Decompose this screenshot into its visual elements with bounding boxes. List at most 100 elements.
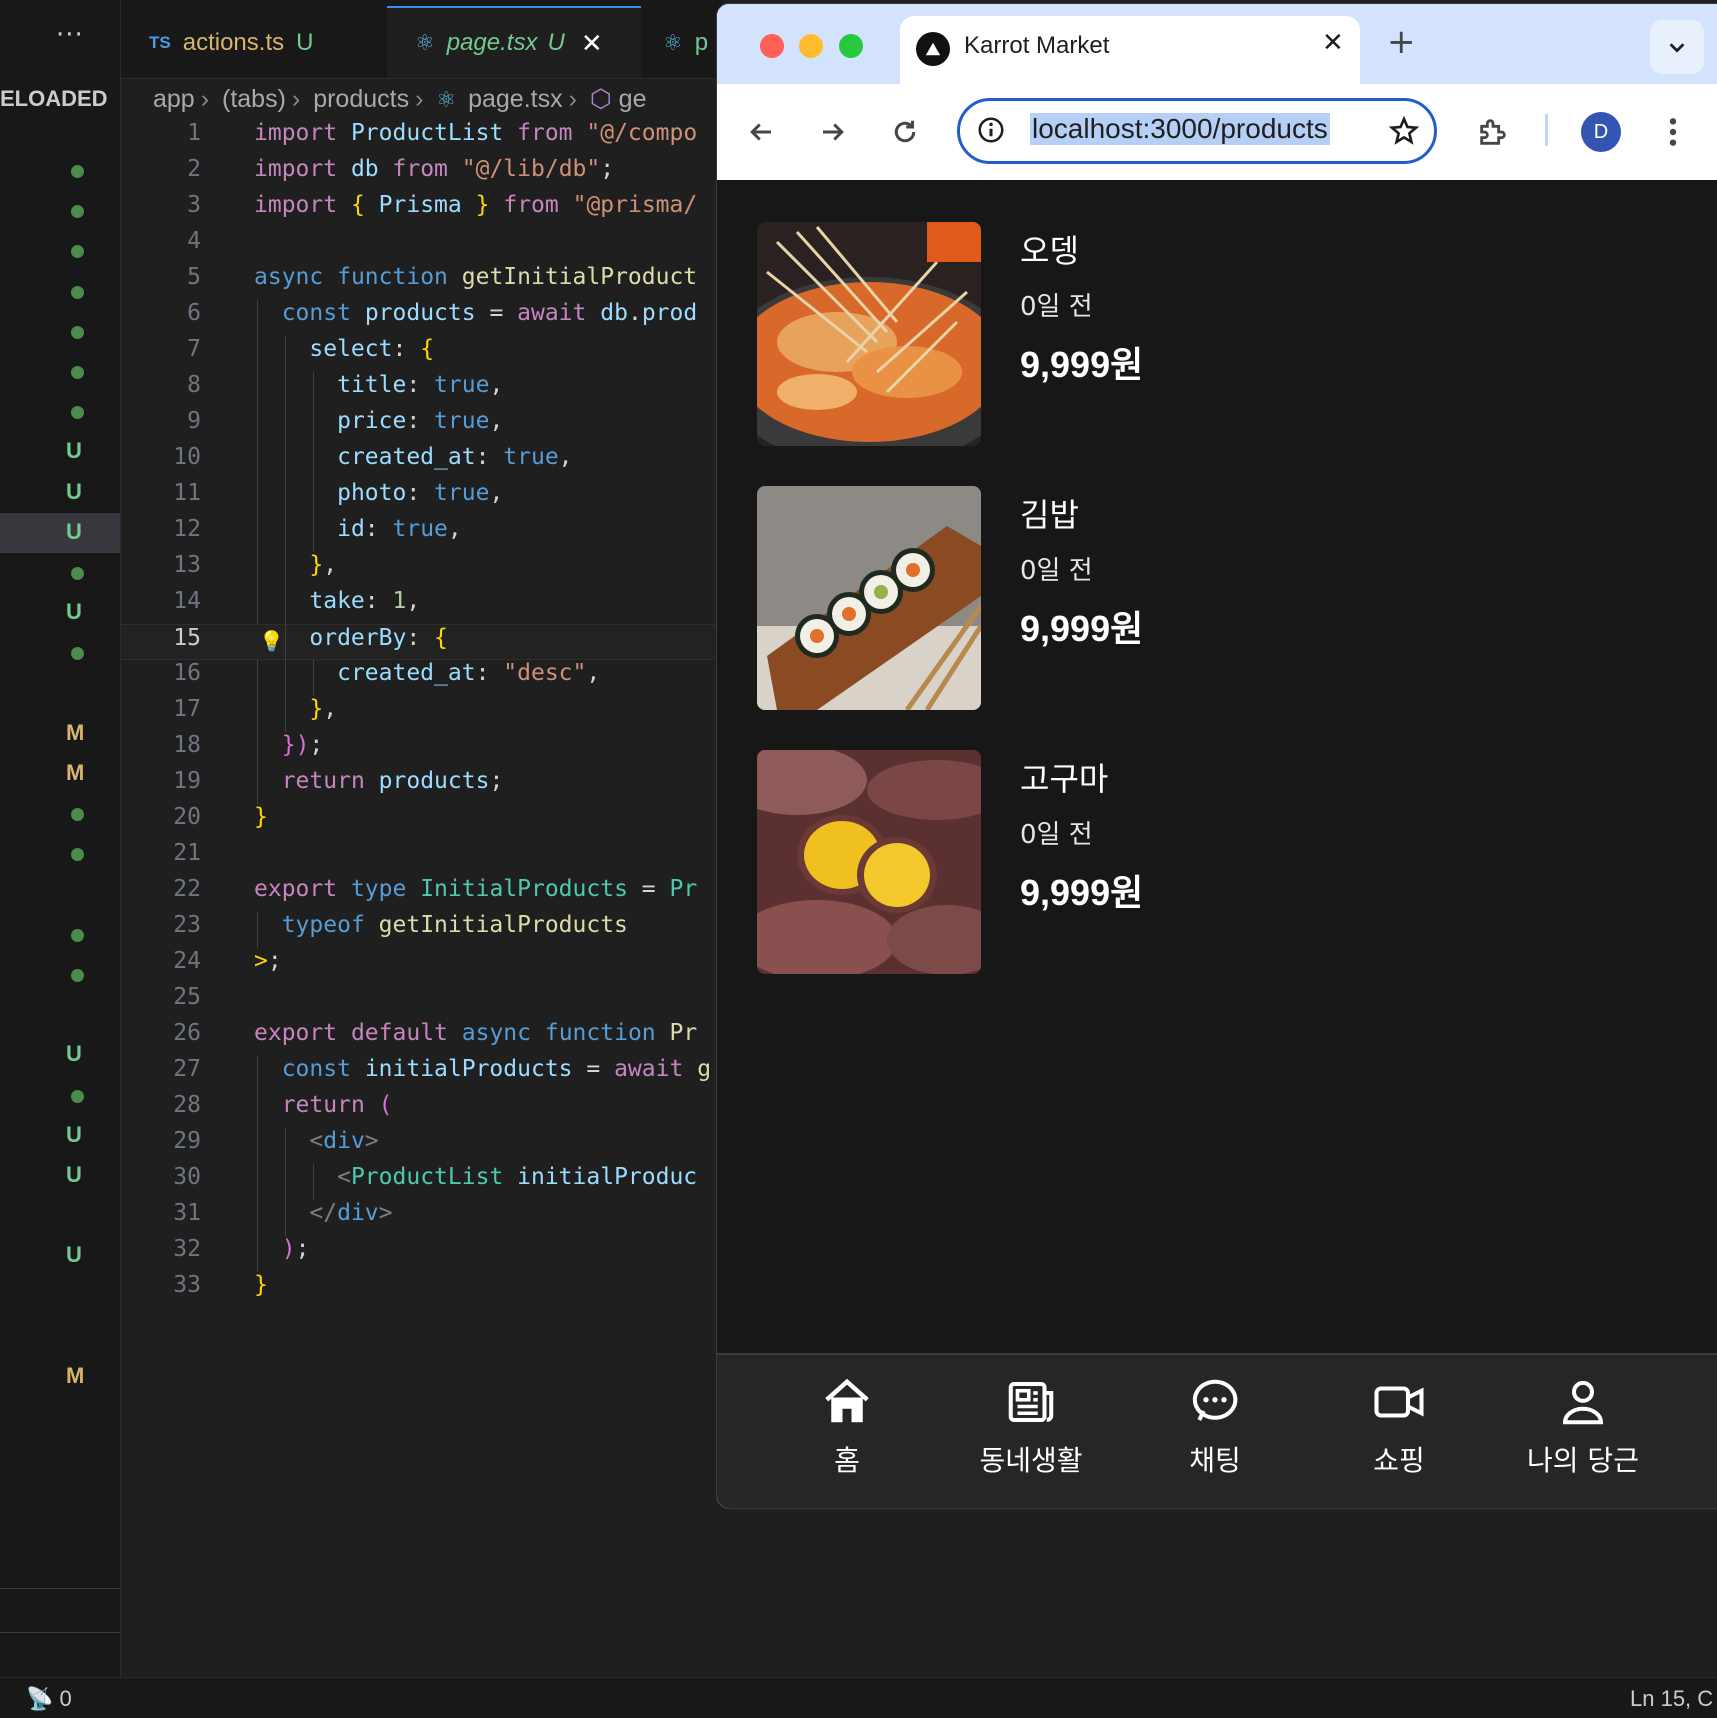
typescript-icon: TS — [149, 33, 171, 52]
scm-file-marker[interactable] — [0, 995, 120, 1035]
scm-file-marker[interactable]: U — [0, 432, 120, 472]
code-editor[interactable]: 1 import ProductList from "@/compo 2 impor… — [121, 120, 721, 1320]
code-line: 5 async function getInitialProduct — [121, 264, 721, 300]
scm-status-letter: U — [66, 518, 82, 544]
nav-label: 나의 당근 — [1527, 1444, 1639, 1477]
scm-file-marker[interactable] — [0, 553, 120, 593]
scm-file-marker[interactable]: U — [0, 1035, 120, 1075]
product-item[interactable]: 고구마 0일 전 9,999원 — [757, 750, 1677, 974]
chevron-down-icon[interactable] — [1650, 20, 1704, 74]
window-close-button[interactable] — [760, 34, 784, 58]
line-number: 19 — [173, 768, 201, 794]
window-maximize-button[interactable] — [839, 34, 863, 58]
scm-file-marker[interactable] — [0, 834, 120, 874]
breadcrumb-item[interactable]: (tabs) — [222, 85, 286, 113]
line-number: 32 — [173, 1236, 201, 1262]
nav-tab-shopping[interactable]: 쇼핑 — [1309, 1375, 1489, 1485]
scm-file-marker[interactable] — [0, 352, 120, 392]
scm-file-marker[interactable] — [0, 1317, 120, 1357]
scm-file-marker[interactable] — [0, 312, 120, 352]
scm-file-marker[interactable] — [0, 633, 120, 673]
site-info-icon[interactable] — [976, 115, 1006, 149]
scm-file-marker[interactable] — [0, 1277, 120, 1317]
bottom-tab-bar: 홈 동네생활 채팅 쇼핑 나의 당근 — [717, 1353, 1717, 1508]
line-number: 25 — [173, 984, 201, 1010]
window-minimize-button[interactable] — [799, 34, 823, 58]
scm-file-marker[interactable] — [0, 392, 120, 432]
scm-file-marker[interactable]: U — [0, 473, 120, 513]
product-photo-odeng — [757, 222, 981, 446]
nav-tab-life[interactable]: 동네생활 — [941, 1375, 1121, 1485]
product-item[interactable]: 김밥 0일 전 9,999원 — [757, 486, 1677, 710]
breadcrumb-item[interactable]: ge — [619, 85, 647, 113]
url-text[interactable]: localhost:3000/products — [1030, 113, 1330, 145]
status-dot-icon — [71, 1089, 84, 1103]
scm-status-letter: M — [66, 719, 85, 745]
broadcast-icon: 📡 — [26, 1686, 54, 1711]
scm-file-marker[interactable] — [0, 231, 120, 271]
chevron-right-icon: › — [568, 85, 577, 113]
close-icon[interactable]: ✕ — [581, 28, 603, 59]
code-text: import ProductList from "@/compo — [254, 120, 698, 146]
tab-actions-ts[interactable]: TS actions.ts U — [121, 8, 387, 78]
tab-page-tsx[interactable]: ⚛ page.tsx U ✕ — [387, 6, 641, 78]
scm-file-marker[interactable]: U — [0, 593, 120, 633]
nav-tab-home[interactable]: 홈 — [757, 1375, 937, 1485]
scm-file-marker[interactable]: U — [0, 1156, 120, 1196]
nav-tab-chat[interactable]: 채팅 — [1125, 1375, 1305, 1485]
product-time: 0일 전 — [1020, 292, 1093, 322]
scm-file-marker[interactable]: M — [0, 754, 120, 794]
ports-status[interactable]: 📡 0 — [26, 1686, 72, 1712]
scm-file-marker[interactable] — [0, 915, 120, 955]
breadcrumb-item[interactable]: page.tsx — [468, 85, 563, 113]
status-bar: 📡 0 Ln 15, C — [0, 1677, 1717, 1718]
new-tab-button[interactable]: + — [1387, 22, 1416, 62]
more-actions-icon[interactable]: ··· — [56, 20, 84, 50]
scm-file-marker[interactable] — [0, 1076, 120, 1116]
line-number: 18 — [173, 732, 201, 758]
forward-arrow-icon[interactable] — [813, 112, 853, 152]
scm-file-marker[interactable] — [0, 151, 120, 191]
code-line: 33} — [121, 1272, 721, 1308]
browser-titlebar: Karrot Market ✕ + — [717, 4, 1717, 84]
status-dot-icon — [71, 406, 84, 420]
profile-avatar[interactable]: D — [1581, 112, 1621, 152]
scm-file-marker[interactable]: M — [0, 1357, 120, 1397]
line-number: 8 — [187, 372, 201, 398]
scm-file-marker[interactable]: U — [0, 1116, 120, 1156]
chevron-right-icon: › — [291, 85, 301, 113]
scm-file-marker[interactable]: U — [0, 1236, 120, 1276]
code-line: 18 }); — [121, 732, 721, 768]
nav-label: 동네생활 — [979, 1444, 1083, 1477]
code-text: take: 1, — [309, 588, 421, 614]
back-arrow-icon[interactable] — [741, 112, 781, 152]
scm-status-letter: M — [66, 1363, 85, 1388]
scm-file-marker[interactable]: U — [0, 512, 120, 553]
browser-tab-active[interactable]: Karrot Market ✕ — [900, 16, 1360, 84]
code-line: 12 id: true, — [121, 516, 721, 552]
cursor-position[interactable]: Ln 15, C — [1630, 1686, 1713, 1712]
scm-file-marker[interactable] — [0, 272, 120, 312]
scm-file-marker[interactable]: M — [0, 714, 120, 754]
scm-file-marker[interactable] — [0, 674, 120, 714]
code-line: 26 export default async function Pr — [121, 1020, 721, 1056]
scm-file-marker[interactable] — [0, 794, 120, 834]
product-item[interactable]: 오뎅 0일 전 9,999원 — [757, 222, 1677, 446]
breadcrumb-item[interactable]: products — [313, 85, 409, 113]
nav-label: 홈 — [834, 1444, 860, 1477]
scm-file-marker[interactable] — [0, 191, 120, 231]
close-icon[interactable]: ✕ — [1322, 28, 1344, 58]
tab-page-tsx-2[interactable]: ⚛ p — [641, 8, 721, 78]
breadcrumb: app › (tabs) › products › ⚛ page.tsx › ⬡ ge — [153, 84, 646, 114]
extensions-puzzle-icon[interactable] — [1473, 112, 1513, 152]
code-line: 3 import { Prisma } from "@prisma/ — [121, 192, 721, 228]
reload-icon[interactable] — [885, 112, 925, 152]
breadcrumb-item[interactable]: app — [153, 85, 195, 113]
scm-file-marker[interactable] — [0, 875, 120, 915]
scm-file-marker[interactable] — [0, 955, 120, 995]
star-icon[interactable] — [1388, 115, 1420, 151]
address-bar[interactable]: localhost:3000/products — [957, 98, 1437, 164]
scm-file-marker[interactable] — [0, 1196, 120, 1236]
nav-tab-my-karrot[interactable]: 나의 당근 — [1493, 1375, 1673, 1485]
kebab-menu-icon[interactable] — [1653, 112, 1693, 152]
